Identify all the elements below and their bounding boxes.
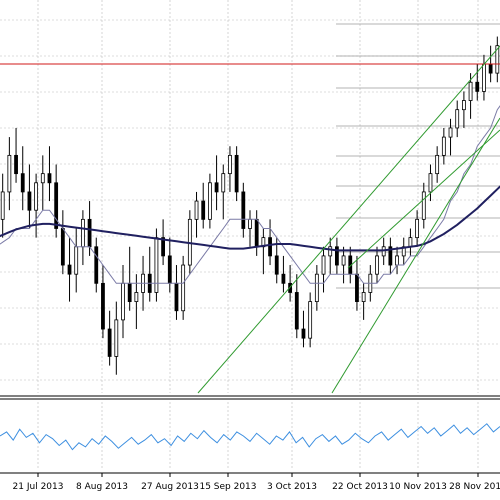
candle-body: [80, 218, 85, 248]
candle-body: [87, 218, 92, 248]
x-tick-label: 21 Jul 2013: [13, 482, 64, 492]
candle-body: [34, 182, 39, 211]
candle-body: [281, 273, 286, 284]
candle-body: [54, 182, 59, 229]
x-tick-label: 15 Sep 2013: [199, 482, 256, 492]
candle-body: [294, 292, 299, 330]
candle-body: [475, 81, 480, 92]
candle-body: [441, 136, 446, 156]
candle-body: [408, 237, 413, 248]
candle-body: [7, 154, 12, 193]
candle-body: [228, 154, 232, 175]
candle-body: [308, 301, 313, 339]
candle-body: [214, 182, 219, 193]
candle-body: [461, 100, 466, 111]
candle-body: [482, 63, 486, 92]
candle-body: [127, 282, 132, 303]
candle-body: [355, 273, 359, 303]
candle-body: [181, 264, 186, 312]
candle-body: [268, 237, 272, 257]
candle-body: [60, 228, 65, 266]
x-tick-label: 3 Oct 2013: [267, 482, 317, 492]
x-tick-label: 27 Aug 2013: [141, 482, 199, 492]
candle-body: [415, 218, 420, 239]
candle-body: [435, 154, 440, 175]
candle-body: [241, 191, 246, 229]
x-tick-label: 28 Nov 2013: [449, 482, 500, 492]
candle-body: [341, 255, 346, 266]
candle-body: [488, 63, 493, 74]
candle-body: [421, 191, 426, 220]
candle-body: [40, 173, 45, 184]
x-tick-label: 22 Oct 2013: [332, 482, 388, 492]
candle-body: [194, 200, 199, 220]
x-tick-label: 8 Aug 2013: [76, 482, 128, 492]
candle-body: [395, 255, 399, 266]
candle-body: [375, 255, 379, 275]
candle-body: [154, 237, 159, 293]
candle-body: [114, 319, 119, 357]
candle-body: [221, 173, 226, 193]
candle-body: [47, 173, 52, 184]
chart: 21 Jul 2013 8 Aug 2013 27 Aug 2013 15 Sep 2…: [0, 0, 500, 500]
candle-body: [201, 200, 206, 220]
candle-body: [428, 173, 433, 193]
candle-body: [361, 292, 366, 303]
candle-body: [134, 292, 139, 303]
candle-body: [455, 109, 460, 129]
candle-body: [101, 282, 105, 330]
candle-body: [254, 218, 259, 248]
candle-body: [301, 328, 306, 339]
candle-body: [274, 255, 279, 275]
candle-body: [448, 127, 453, 138]
candle-body: [234, 154, 239, 193]
candle-body: [27, 191, 32, 211]
candle-body: [14, 154, 18, 175]
candle-body: [94, 246, 99, 284]
candle-body: [207, 182, 212, 220]
candle-body: [107, 328, 112, 357]
candle-body: [0, 191, 5, 220]
candle-body: [20, 173, 25, 193]
candle-body: [67, 264, 72, 275]
candle-body: [328, 246, 333, 257]
candle-body: [174, 282, 179, 312]
candle-body: [74, 246, 79, 275]
candle-body: [167, 255, 172, 284]
x-tick-label: 10 Nov 2013: [389, 482, 447, 492]
candle-body: [121, 282, 125, 321]
candle-body: [314, 273, 319, 303]
candle-body: [248, 218, 252, 229]
candle-body: [321, 255, 326, 275]
candle-body: [468, 81, 473, 101]
